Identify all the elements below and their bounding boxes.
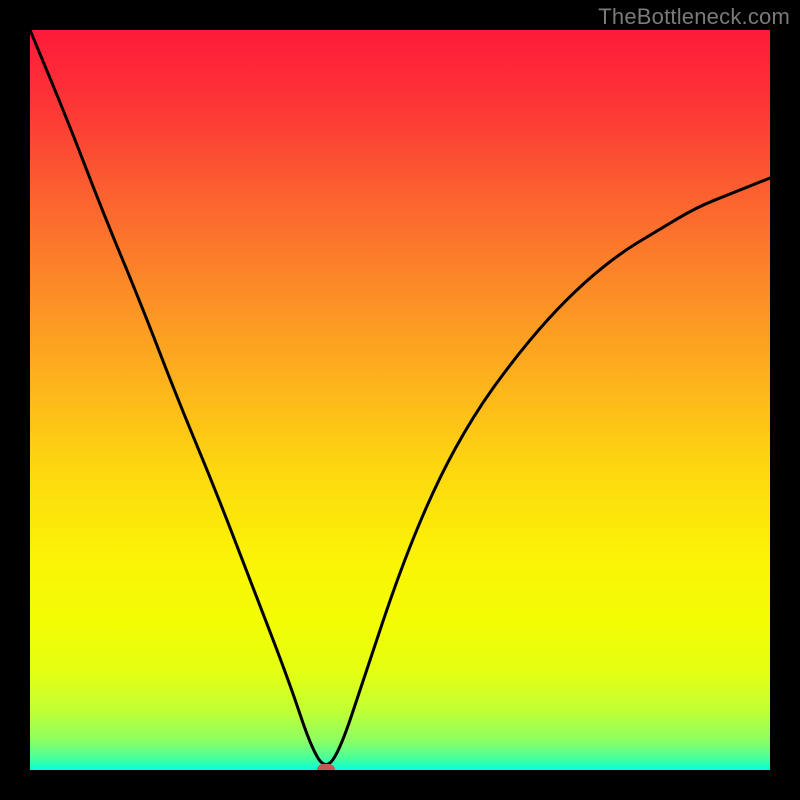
chart-frame: TheBottleneck.com <box>0 0 800 800</box>
watermark-text: TheBottleneck.com <box>598 4 790 30</box>
bottleneck-curve <box>30 30 770 770</box>
plot-area <box>30 30 770 770</box>
optimum-marker <box>317 764 335 770</box>
